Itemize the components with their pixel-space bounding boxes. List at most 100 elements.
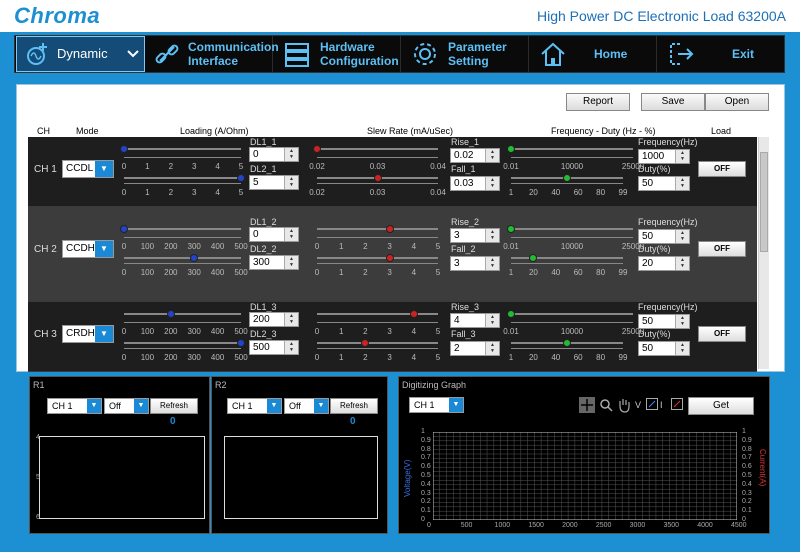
dl1-input-spinner-icon[interactable]: ▲ ▼ bbox=[284, 148, 298, 161]
rise-input[interactable]: 0.02 ▲ ▼ bbox=[450, 148, 500, 163]
freq-input[interactable]: 50 ▲ ▼ bbox=[638, 314, 690, 329]
rise-slider[interactable] bbox=[313, 145, 438, 153]
rise-ticks-label: 5 bbox=[435, 242, 441, 251]
voltage-trace-toggle-icon[interactable] bbox=[646, 398, 658, 410]
dl1-slider-knob[interactable] bbox=[120, 225, 128, 233]
dl1-input[interactable]: 0 ▲ ▼ bbox=[249, 147, 299, 162]
r2-channel-select[interactable]: CH 1 ▼ bbox=[227, 398, 282, 414]
communication-interface-button[interactable]: Communication Interface bbox=[146, 36, 279, 72]
fall-slider[interactable] bbox=[317, 339, 438, 347]
rise-slider-knob[interactable] bbox=[409, 310, 418, 318]
freq-slider[interactable] bbox=[507, 310, 633, 318]
rise-input[interactable]: 4 ▲ ▼ bbox=[450, 313, 500, 328]
dl2-input[interactable]: 500 ▲ ▼ bbox=[249, 340, 299, 355]
rise-input[interactable]: 3 ▲ ▼ bbox=[450, 228, 500, 243]
dl2-input[interactable]: 300 ▲ ▼ bbox=[249, 255, 299, 270]
dl2-input-spinner-icon[interactable]: ▲ ▼ bbox=[284, 341, 298, 354]
r1-channel-select[interactable]: CH 1 ▼ bbox=[47, 398, 102, 414]
exit-button[interactable]: Exit bbox=[658, 36, 785, 72]
rise-input-spinner-icon[interactable]: ▲ ▼ bbox=[485, 149, 499, 162]
r2-state-select[interactable]: Off ▼ bbox=[284, 398, 329, 414]
duty-slider[interactable] bbox=[511, 254, 623, 262]
freq-input-spinner-icon[interactable]: ▲ ▼ bbox=[675, 315, 689, 328]
duty-input-spinner-icon[interactable]: ▲ ▼ bbox=[675, 177, 689, 190]
dl1-slider-knob[interactable] bbox=[166, 310, 175, 318]
freq-input-spinner-icon[interactable]: ▲ ▼ bbox=[675, 150, 689, 163]
freq-slider[interactable] bbox=[507, 225, 633, 233]
hand-pan-icon[interactable] bbox=[617, 397, 631, 413]
fall-slider[interactable] bbox=[317, 174, 438, 182]
fall-input-spinner-icon[interactable]: ▲ ▼ bbox=[485, 342, 499, 355]
dl1-slider-knob[interactable] bbox=[120, 145, 128, 153]
dl1-input-spinner-icon[interactable]: ▲ ▼ bbox=[284, 313, 298, 326]
channel-scrollbar[interactable] bbox=[758, 137, 769, 369]
dl2-input-spinner-icon[interactable]: ▲ ▼ bbox=[284, 176, 298, 189]
parameter-setting-button[interactable]: Parameter Setting bbox=[402, 36, 529, 72]
duty-slider-knob[interactable] bbox=[563, 339, 571, 347]
dl2-input-spinner-icon[interactable]: ▲ ▼ bbox=[284, 256, 298, 269]
r1-state-select[interactable]: Off ▼ bbox=[104, 398, 149, 414]
current-trace-toggle-icon[interactable] bbox=[671, 398, 683, 410]
save-button[interactable]: Save bbox=[641, 93, 705, 111]
freq-input-spinner-icon[interactable]: ▲ ▼ bbox=[675, 230, 689, 243]
dl1-input[interactable]: 200 ▲ ▼ bbox=[249, 312, 299, 327]
freq-slider-knob[interactable] bbox=[507, 310, 515, 318]
freq-slider-knob[interactable] bbox=[507, 145, 515, 153]
dynamic-menu-button[interactable]: Dynamic bbox=[16, 36, 145, 72]
rise-slider-knob[interactable] bbox=[313, 145, 321, 153]
rise-slider[interactable] bbox=[317, 310, 438, 318]
r2-refresh-button[interactable]: Refresh bbox=[330, 398, 378, 414]
freq-input[interactable]: 50 ▲ ▼ bbox=[638, 229, 690, 244]
mode-select[interactable]: CRDH ▼ bbox=[62, 325, 114, 343]
hardware-configuration-button[interactable]: Hardware Configuration bbox=[274, 36, 401, 72]
duty-input[interactable]: 50 ▲ ▼ bbox=[638, 341, 690, 356]
fall-slider[interactable] bbox=[317, 254, 438, 262]
duty-input-spinner-icon[interactable]: ▲ ▼ bbox=[675, 257, 689, 270]
mode-select[interactable]: CCDH ▼ bbox=[62, 240, 114, 258]
rise-slider[interactable] bbox=[317, 225, 438, 233]
dl1-slider[interactable] bbox=[120, 145, 241, 153]
dl2-slider-knob[interactable] bbox=[237, 339, 245, 347]
dl1-slider[interactable] bbox=[120, 225, 241, 233]
get-waveform-button[interactable]: Get Waveform bbox=[688, 397, 754, 427]
dl1-input[interactable]: 0 ▲ ▼ bbox=[249, 227, 299, 242]
dl2-input[interactable]: 5 ▲ ▼ bbox=[249, 175, 299, 190]
fall-slider-knob[interactable] bbox=[373, 174, 382, 182]
duty-slider-knob[interactable] bbox=[563, 174, 571, 182]
rise-slider-knob[interactable] bbox=[385, 225, 394, 233]
scroll-thumb[interactable] bbox=[760, 152, 768, 252]
freq-input[interactable]: 1000 ▲ ▼ bbox=[638, 149, 690, 164]
fall-input-spinner-icon[interactable]: ▲ ▼ bbox=[485, 257, 499, 270]
r1-refresh-button[interactable]: Refresh bbox=[150, 398, 198, 414]
duty-input-spinner-icon[interactable]: ▲ ▼ bbox=[675, 342, 689, 355]
rise-input-spinner-icon[interactable]: ▲ ▼ bbox=[485, 314, 499, 327]
dl2-slider[interactable] bbox=[124, 254, 241, 262]
dl2-slider[interactable] bbox=[124, 339, 245, 347]
fall-slider-knob[interactable] bbox=[385, 254, 394, 262]
freq-slider[interactable] bbox=[507, 145, 633, 153]
duty-slider[interactable] bbox=[511, 339, 623, 347]
fall-input-spinner-icon[interactable]: ▲ ▼ bbox=[485, 177, 499, 190]
duty-input[interactable]: 20 ▲ ▼ bbox=[638, 256, 690, 271]
crosshair-icon[interactable] bbox=[579, 397, 595, 413]
graph-channel-select[interactable]: CH 1 ▼ bbox=[409, 397, 464, 413]
fall-input[interactable]: 3 ▲ ▼ bbox=[450, 256, 500, 271]
fall-input[interactable]: 2 ▲ ▼ bbox=[450, 341, 500, 356]
load-off-button[interactable]: OFF bbox=[698, 241, 746, 257]
open-button[interactable]: Open bbox=[705, 93, 769, 111]
dl2-slider-knob[interactable] bbox=[237, 174, 245, 182]
duty-slider[interactable] bbox=[511, 174, 623, 182]
zoom-icon[interactable] bbox=[599, 398, 613, 412]
freq-slider-knob[interactable] bbox=[507, 225, 515, 233]
load-off-button[interactable]: OFF bbox=[698, 161, 746, 177]
report-button[interactable]: Report bbox=[566, 93, 630, 111]
rise-input-spinner-icon[interactable]: ▲ ▼ bbox=[485, 229, 499, 242]
home-button[interactable]: Home bbox=[530, 36, 657, 72]
load-off-button[interactable]: OFF bbox=[698, 326, 746, 342]
duty-input[interactable]: 50 ▲ ▼ bbox=[638, 176, 690, 191]
mode-select[interactable]: CCDL ▼ bbox=[62, 160, 114, 178]
dl1-slider[interactable] bbox=[124, 310, 241, 318]
dl2-slider[interactable] bbox=[124, 174, 245, 182]
fall-input[interactable]: 0.03 ▲ ▼ bbox=[450, 176, 500, 191]
dl1-input-spinner-icon[interactable]: ▲ ▼ bbox=[284, 228, 298, 241]
